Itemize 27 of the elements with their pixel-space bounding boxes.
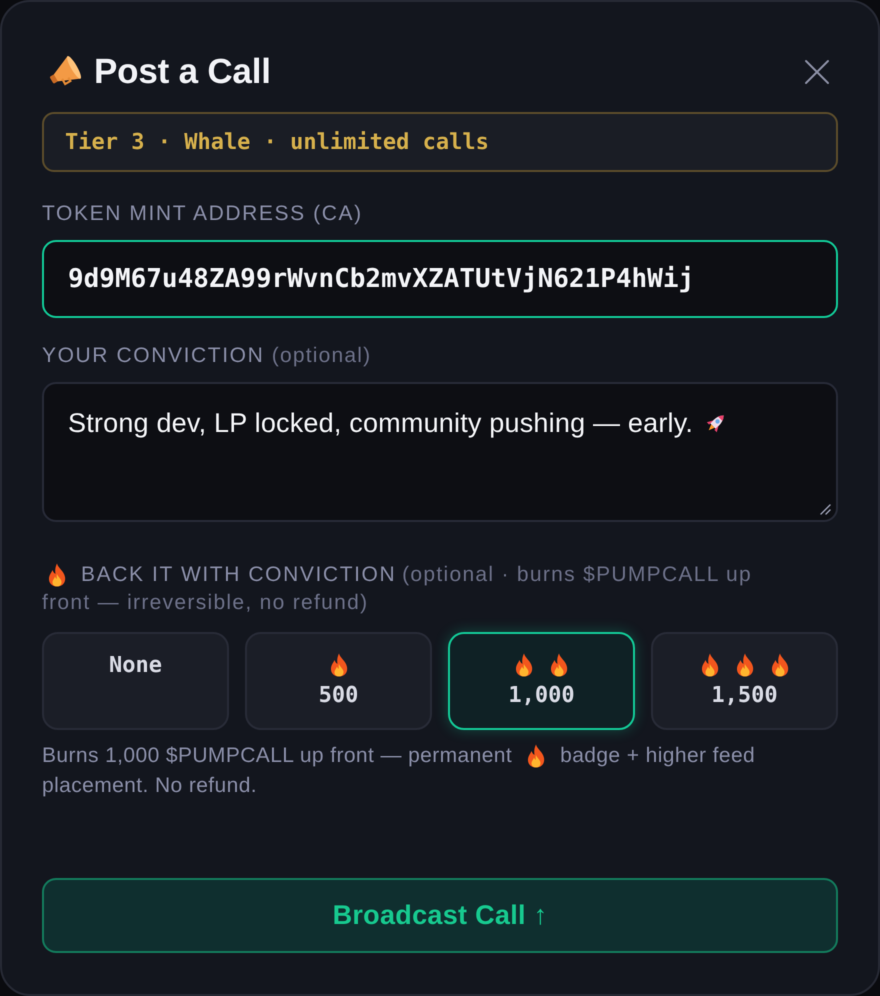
burn-note-text: placement. No refund. (42, 773, 258, 799)
field-label: TOKEN MINT ADDRESS (CA) (42, 202, 364, 226)
resize-grip-icon[interactable] (819, 503, 831, 515)
tier-banner: Tier 3 · Whale · unlimited calls (42, 112, 838, 172)
burn-option[interactable]: 1,500 (651, 632, 838, 730)
fire-icon (700, 653, 720, 677)
fire-icon (328, 653, 348, 677)
fire-icon (514, 653, 534, 677)
fire-icon (549, 653, 569, 677)
burn-section-label: front — irreversible, no refund) (42, 590, 368, 616)
mint-address-field[interactable]: 9d9M67u48ZA99rWvnCb2mvXZATUtVjN621P4hWij (42, 240, 838, 318)
close-button[interactable] (804, 59, 830, 85)
burn-note-text: Burns 1,000 $PUMPCALL up front — permanent (42, 743, 512, 769)
close-icon (804, 59, 830, 85)
dialog-title: Post a Call (94, 52, 271, 92)
burn-section-label: BACK IT WITH CONVICTION (optional · burns $PUMPCALL up (81, 562, 752, 588)
burn-note-text: badge + higher feed (560, 743, 756, 769)
broadcast-button[interactable]: Broadcast Call ↑ (42, 878, 838, 953)
burn-option[interactable]: 500 (245, 632, 432, 730)
fire-icon (526, 744, 546, 768)
fire-icon (770, 653, 790, 677)
conviction-field[interactable]: Strong dev, LP locked, community pushing — early. (42, 382, 838, 522)
fire-icon (734, 653, 754, 677)
burn-option[interactable]: None (42, 632, 229, 730)
burn-option[interactable]: 1,000 (448, 632, 635, 730)
fire-icon (47, 563, 67, 587)
field-label: YOUR CONVICTION (optional) (42, 344, 372, 368)
